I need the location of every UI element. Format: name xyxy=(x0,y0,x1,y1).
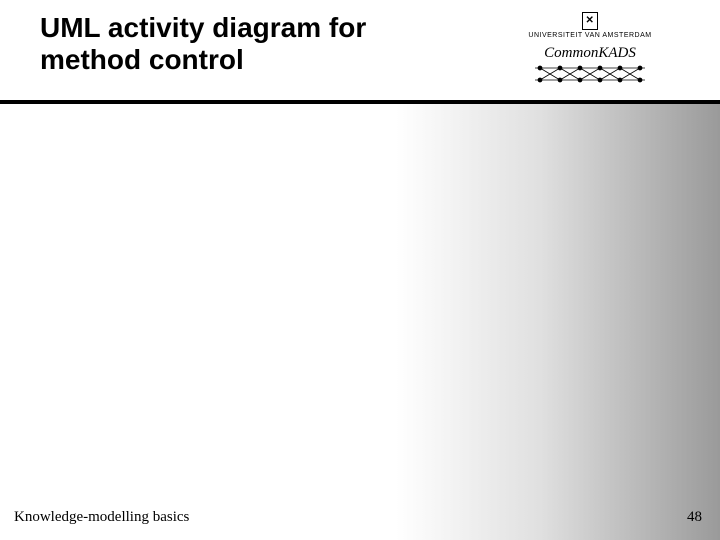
uva-logo: ✕ UNIVERSITEIT VAN AMSTERDAM xyxy=(528,12,651,39)
page-number: 48 xyxy=(687,509,702,526)
commonkads-logo: CommonKADS xyxy=(530,45,650,84)
uva-logo-text: UNIVERSITEIT VAN AMSTERDAM xyxy=(528,32,651,39)
slide-header: UML activity diagram for method control … xyxy=(0,0,720,100)
uva-mark-icon: ✕ xyxy=(582,12,598,30)
commonkads-logo-text: CommonKADS xyxy=(544,45,636,62)
uva-x-icon: ✕ xyxy=(586,16,595,26)
commonkads-graph-icon xyxy=(530,64,650,84)
header-divider xyxy=(0,100,720,104)
slide: UML activity diagram for method control … xyxy=(0,0,720,540)
footer-text: Knowledge-modelling basics xyxy=(14,509,189,526)
slide-title: UML activity diagram for method control xyxy=(40,12,430,76)
logo-area: ✕ UNIVERSITEIT VAN AMSTERDAM CommonKADS xyxy=(500,12,680,84)
